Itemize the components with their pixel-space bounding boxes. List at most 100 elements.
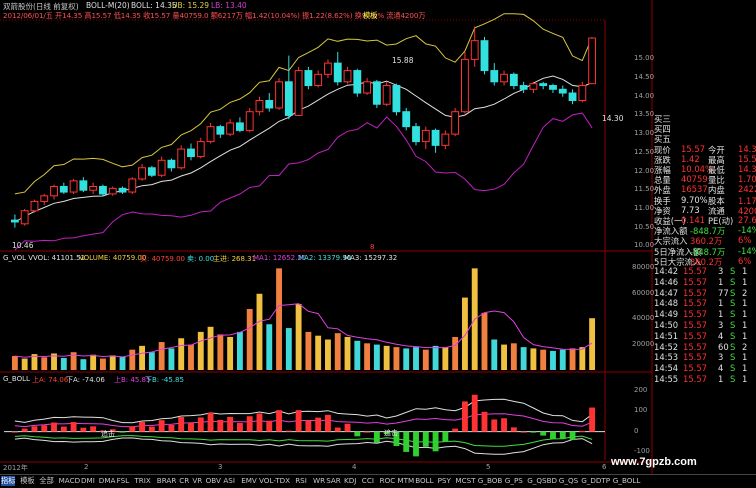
candle-body <box>519 85 528 90</box>
volume-bar <box>80 359 87 370</box>
vol-buy: 买: 40759.00 <box>140 255 185 263</box>
candle-body <box>226 122 235 135</box>
price-axis-tick: 12.00 <box>634 166 655 175</box>
vol-ma3: MA3: 15297.32 <box>344 254 398 262</box>
candle-body <box>333 62 342 83</box>
osc-bar <box>197 417 204 432</box>
osc-bar <box>550 431 556 439</box>
tab-trix[interactable]: TRIX <box>134 476 150 485</box>
tab-brar[interactable]: BRAR <box>157 476 177 485</box>
tab-macd[interactable]: MACD <box>59 476 81 485</box>
osc-bar <box>540 431 547 436</box>
volume-bar <box>334 333 341 370</box>
tab-obv[interactable]: OBV <box>206 476 221 485</box>
tab-cr[interactable]: CR <box>179 476 189 485</box>
candle-body <box>470 40 479 60</box>
indicator-name[interactable]: BOLL-M(20) <box>86 1 130 10</box>
tab-mcst[interactable]: MCST <box>455 476 475 485</box>
candle-body <box>441 133 450 146</box>
template-flag[interactable]: 模板 <box>363 11 377 21</box>
tab-psy[interactable]: PSY <box>438 476 451 485</box>
tick-n: 1 <box>742 309 748 320</box>
tick-vol: 77 <box>718 287 729 298</box>
tab-mtm[interactable]: MTM <box>397 476 414 485</box>
tick-bs: S <box>730 341 736 352</box>
osc-bar <box>285 430 292 432</box>
candle-body <box>343 70 352 83</box>
vol-main: 主进: 268.31 <box>213 255 257 263</box>
candle-body <box>558 88 567 94</box>
candle-body <box>245 111 254 131</box>
tick-vol: 1 <box>718 309 724 320</box>
volume-bar <box>393 347 400 370</box>
tab-dmi[interactable]: DMI <box>81 476 95 485</box>
tab-sar[interactable]: SAR <box>326 476 341 485</box>
candle-body <box>284 81 293 116</box>
candle-body <box>275 81 283 109</box>
tab-vr[interactable]: VR <box>192 476 202 485</box>
volume-bar <box>227 336 234 370</box>
tab-g_ps[interactable]: G_PS <box>505 476 523 485</box>
tab-cci[interactable]: CCI <box>362 476 374 485</box>
tab-g_bob[interactable]: G_BOB <box>478 476 503 485</box>
tab-模板[interactable]: 模板 <box>20 476 34 486</box>
tick-vol: 1 <box>718 298 724 309</box>
tick-time: 14:55 <box>654 374 679 384</box>
tab-emv[interactable]: EMV <box>241 476 257 485</box>
candle-body <box>99 185 107 195</box>
candle-body <box>10 219 19 223</box>
tab-fsl[interactable]: FSL <box>117 476 130 485</box>
date-axis-label: 2 <box>84 463 89 471</box>
volume-bar <box>501 344 507 370</box>
tab-wr[interactable]: WR <box>313 476 325 485</box>
kline-chart-area[interactable] <box>0 0 756 474</box>
tab-全部[interactable]: 全部 <box>39 476 53 486</box>
tick-n: 2 <box>742 341 748 352</box>
volume-bar <box>41 357 48 370</box>
osc-bar <box>295 410 302 432</box>
indicator-tab-bar: 指标 模板 全部 MACD DMI DMA FSL TRIX BRAR CR VR OBV ASI EMV… <box>0 474 756 488</box>
tab-g_qsbd[interactable]: G_QSBD <box>527 476 557 485</box>
candle-body <box>392 85 401 113</box>
candle-body <box>147 167 156 176</box>
tick-n: 1 <box>742 363 748 374</box>
price-axis-tick: 14.50 <box>634 73 655 82</box>
volume-axis-tick: 40000 <box>632 314 655 323</box>
osc-bar <box>354 431 361 437</box>
tick-time: 14:51 <box>654 330 679 341</box>
tab-g_ddtp[interactable]: G_DDTP <box>581 476 610 485</box>
volume-bar <box>579 347 586 370</box>
candle-body <box>451 111 460 135</box>
osc-bar <box>520 431 527 433</box>
volume-bar <box>383 345 390 370</box>
tick-n: 1 <box>742 276 748 287</box>
osc-bar <box>452 428 459 432</box>
candle-body <box>461 58 469 113</box>
tick-price: 15.57 <box>683 352 707 363</box>
tab-kdj[interactable]: KDJ <box>344 476 356 485</box>
quote-value-2: 14.35 <box>738 164 756 174</box>
tab-g_boll[interactable]: G_BOLL <box>613 476 641 485</box>
tab-asi[interactable]: ASI <box>223 476 235 485</box>
signal-label-2: 追击 <box>384 429 398 437</box>
price-axis-tick: 15.00 <box>634 54 655 63</box>
osc-bar <box>256 413 263 432</box>
tab-rsi[interactable]: RSI <box>295 476 307 485</box>
candle-body <box>539 83 548 87</box>
tab-boll[interactable]: BOLL <box>415 476 433 485</box>
tab-指标[interactable]: 指标 <box>1 476 16 486</box>
quote-value: 16537 <box>681 184 708 195</box>
osc-bar <box>325 414 331 432</box>
quote-value: 9.70% <box>681 194 708 205</box>
tab-g_qs[interactable]: G_QS <box>559 476 578 485</box>
tab-roc[interactable]: ROC <box>380 476 396 485</box>
candle-body <box>480 40 489 72</box>
osc-bar <box>158 420 165 432</box>
osc-bar <box>491 419 498 432</box>
tab-dma[interactable]: DMA <box>99 476 116 485</box>
boll-title: G_BOLL <box>3 375 30 383</box>
tab-vol-tdx[interactable]: VOL-TDX <box>259 476 290 485</box>
volume-bar <box>354 340 361 370</box>
watermark: www.7gpzb.com <box>611 456 697 468</box>
quote-value: 0.141 <box>681 215 705 225</box>
